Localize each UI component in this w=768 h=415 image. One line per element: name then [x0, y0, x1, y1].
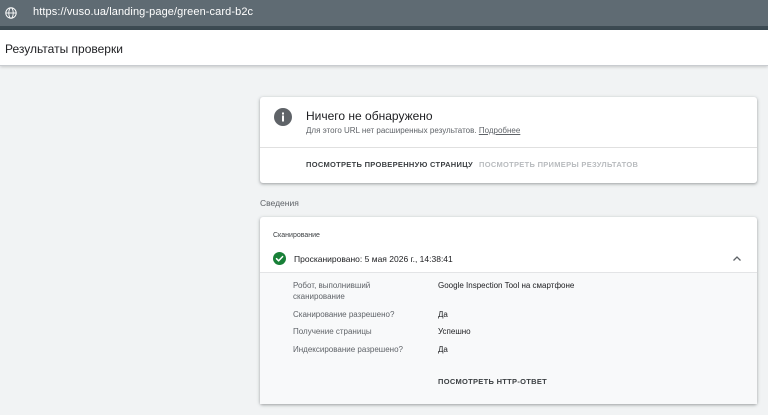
- crawl-allowed-label: Сканирование разрешено?: [293, 310, 395, 319]
- view-http-response-button[interactable]: ПОСМОТРЕТЬ HTTP-ОТВЕТ: [438, 377, 547, 386]
- result-heading: Ничего не обнаружено: [306, 109, 433, 123]
- crawl-allowed-value: Да: [438, 310, 448, 319]
- address-bar: https://vuso.ua/landing-page/green-card-…: [0, 0, 768, 26]
- details-section-label: Сведения: [260, 198, 299, 208]
- indexing-allowed-label: Индексирование разрешено?: [293, 345, 403, 354]
- info-icon: [274, 108, 292, 126]
- view-examples-button: ПОСМОТРЕТЬ ПРИМЕРЫ РЕЗУЛЬТАТОВ: [479, 160, 639, 169]
- card-divider: [260, 147, 757, 148]
- crawler-label: Робот, выполнивший сканирование: [293, 281, 371, 301]
- learn-more-link[interactable]: Подробнее: [479, 126, 521, 135]
- crawl-status: Просканировано: 5 мая 2026 г., 14:38:41: [294, 254, 453, 264]
- chevron-up-icon[interactable]: [732, 255, 742, 262]
- crawl-subtitle: Сканирование: [273, 232, 320, 239]
- result-description: Для этого URL нет расширенных результато…: [306, 126, 520, 135]
- page-header: Результаты проверки: [0, 30, 768, 66]
- crawler-value: Google Inspection Tool на смартфоне: [438, 281, 575, 290]
- page-url[interactable]: https://vuso.ua/landing-page/green-card-…: [33, 6, 253, 18]
- crawl-card: Сканирование Просканировано: 5 мая 2026 …: [260, 217, 757, 404]
- globe-icon: [5, 7, 17, 19]
- result-description-text: Для этого URL нет расширенных результато…: [306, 126, 477, 135]
- view-tested-page-button[interactable]: ПОСМОТРЕТЬ ПРОВЕРЕННУЮ СТРАНИЦУ: [306, 160, 473, 169]
- crawl-details-panel: Робот, выполнивший сканирование Google I…: [260, 272, 757, 404]
- page-fetch-value: Успешно: [438, 327, 471, 336]
- result-card: Ничего не обнаружено Для этого URL нет р…: [260, 97, 757, 183]
- page-title: Результаты проверки: [5, 42, 123, 56]
- check-circle-icon: [273, 252, 286, 265]
- page-fetch-label: Получение страницы: [293, 327, 372, 336]
- indexing-allowed-value: Да: [438, 345, 448, 354]
